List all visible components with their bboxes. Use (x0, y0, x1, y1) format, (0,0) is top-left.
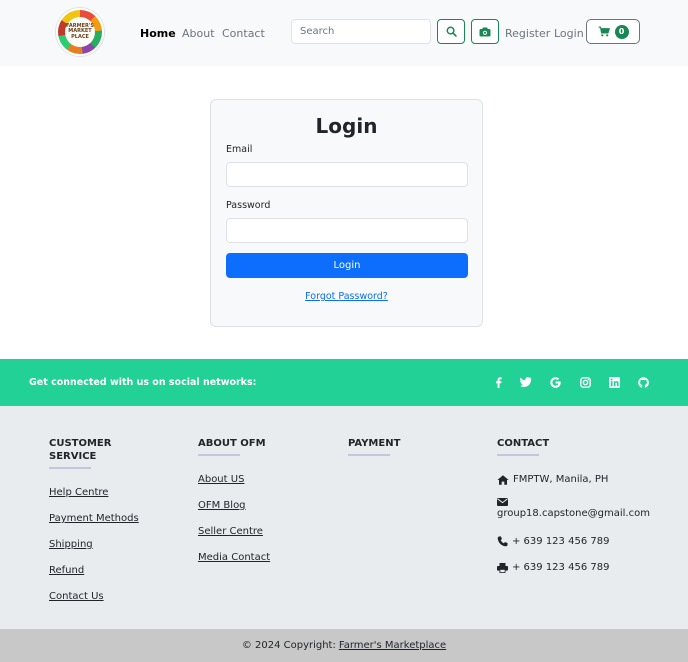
cart-button[interactable]: 0 (586, 19, 640, 44)
footer-link-help-centre[interactable]: Help Centre (49, 487, 108, 498)
footer-title-about: ABOUT OFM (198, 438, 266, 449)
login-submit-button[interactable]: Login (226, 253, 468, 278)
login-title: Login (315, 114, 378, 138)
footer-link-contact-us[interactable]: Contact Us (49, 591, 104, 602)
phone-icon (497, 536, 508, 547)
navbar: FARMER'S MARKET PLACE Home About Contact… (0, 0, 688, 66)
github-icon[interactable] (637, 376, 649, 388)
login-card: Login Email Password Login Forgot Passwo… (210, 99, 483, 327)
contact-email-text: group18.capstone@gmail.com (497, 508, 650, 519)
social-bar: Get connected with us on social networks… (0, 359, 688, 406)
footer-title-customer-service: CUSTOMER SERVICE (49, 438, 112, 462)
copyright-bar: © 2024 Copyright: Farmer's Marketplace (0, 629, 688, 662)
contact-address: FMPTW, Manila, PH (497, 474, 608, 485)
nav-link-contact[interactable]: Contact (222, 27, 265, 40)
instagram-icon[interactable] (579, 376, 591, 388)
footer-link-refund[interactable]: Refund (49, 565, 84, 576)
twitter-icon[interactable] (520, 376, 532, 388)
email-label: Email (226, 144, 253, 155)
footer-link-media-contact[interactable]: Media Contact (198, 552, 270, 563)
google-icon[interactable] (549, 376, 561, 388)
footer-divider (348, 454, 390, 456)
camera-search-button[interactable] (471, 19, 499, 44)
facebook-icon[interactable] (492, 376, 504, 388)
search-input[interactable] (291, 19, 431, 44)
copyright-link[interactable]: Farmer's Marketplace (339, 640, 446, 651)
home-icon (497, 474, 509, 485)
nav-link-about[interactable]: About (182, 27, 215, 40)
footer-link-ofm-blog[interactable]: OFM Blog (198, 500, 246, 511)
brand-logo[interactable]: FARMER'S MARKET PLACE (55, 7, 105, 57)
login-link[interactable]: Login (554, 27, 584, 40)
cart-icon (598, 26, 610, 37)
footer-link-about-us[interactable]: About US (198, 474, 244, 485)
password-label: Password (226, 200, 271, 211)
camera-icon (479, 27, 491, 36)
nav-link-home[interactable]: Home (140, 27, 176, 40)
logo-text: FARMER'S MARKET PLACE (65, 17, 95, 47)
linkedin-icon[interactable] (608, 376, 620, 388)
printer-icon (497, 562, 508, 573)
copyright-text: © 2024 Copyright: (241, 640, 336, 651)
contact-email: group18.capstone@gmail.com (497, 498, 650, 520)
search-icon (446, 26, 457, 37)
contact-phone-text: + 639 123 456 789 (512, 536, 610, 547)
contact-fax-text: + 639 123 456 789 (512, 562, 610, 573)
forgot-password-link[interactable]: Forgot Password? (211, 291, 482, 302)
footer: CUSTOMER SERVICE Help Centre Payment Met… (0, 406, 688, 629)
footer-link-payment-methods[interactable]: Payment Methods (49, 513, 139, 524)
contact-fax: + 639 123 456 789 (497, 562, 609, 573)
email-field[interactable] (226, 162, 468, 187)
contact-address-text: FMPTW, Manila, PH (513, 474, 609, 485)
footer-link-shipping[interactable]: Shipping (49, 539, 93, 550)
contact-phone: + 639 123 456 789 (497, 536, 609, 547)
footer-link-seller-centre[interactable]: Seller Centre (198, 526, 263, 537)
footer-divider (497, 454, 539, 456)
register-link[interactable]: Register (505, 27, 550, 40)
cart-count-badge: 0 (614, 24, 629, 39)
footer-divider (49, 467, 91, 469)
envelope-icon (497, 498, 508, 506)
social-bar-text: Get connected with us on social networks… (29, 377, 257, 388)
footer-title-payment: PAYMENT (348, 438, 401, 449)
password-field[interactable] (226, 218, 468, 243)
search-button[interactable] (437, 19, 465, 44)
footer-divider (198, 454, 240, 456)
footer-title-contact: CONTACT (497, 438, 550, 449)
